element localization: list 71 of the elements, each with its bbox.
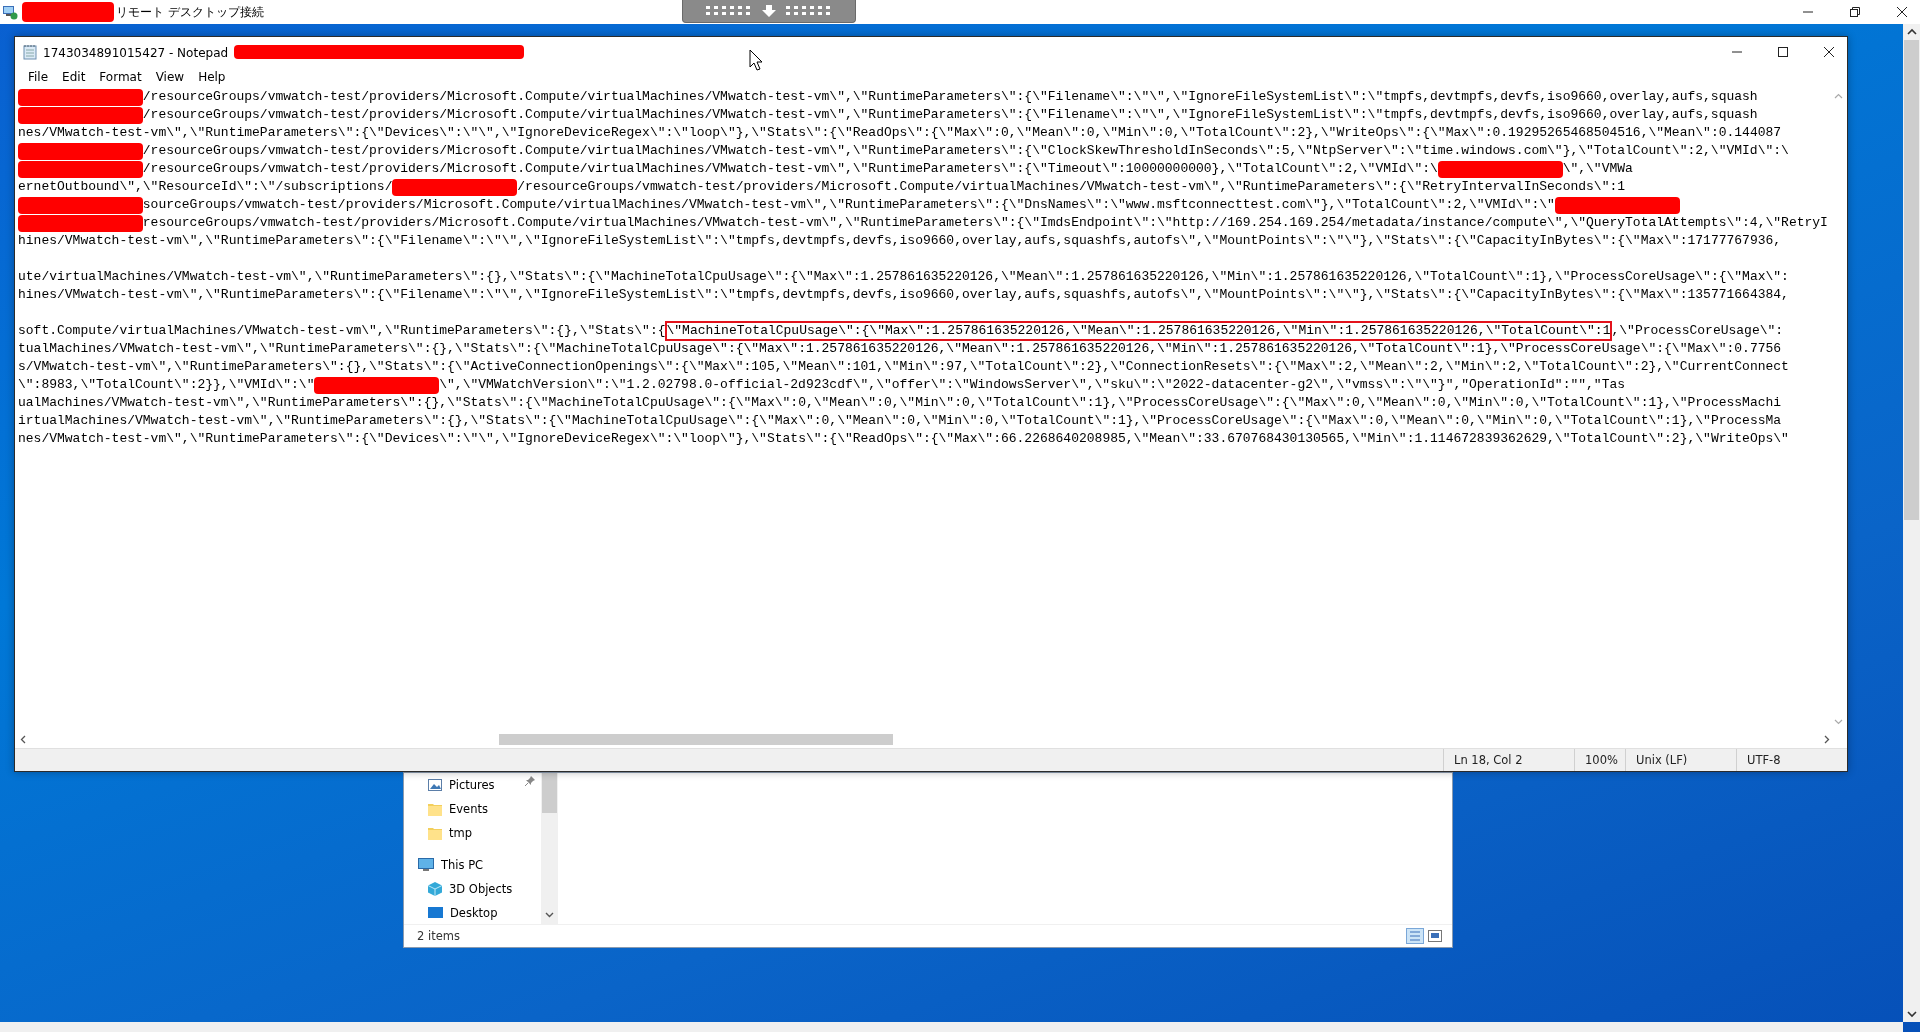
scroll-up-icon[interactable] <box>1906 28 1917 36</box>
computer-icon <box>418 858 434 872</box>
large-icons-view-icon[interactable] <box>1428 930 1442 942</box>
code-text: /resourceGroups/vmwatch-test/providers/Microsoft.Compute/virtualMachines/VMwatch-test-vm\",\"RuntimeParameters\":{\"Filename\":\"\",\"IgnoreFileSystemList\":\"tmpfs,devtmpfs,devfs,iso9660,overlay,aufs,squash <box>142 106 1758 124</box>
desktop-icon <box>428 907 443 919</box>
code-text: nes/VMwatch-test-vm\",\"RuntimeParameters\":{\"Devices\":\"\",\"IgnoreDeviceRegex\":\"loop\"},\"Stats\":{\"ReadOps\":{\"Max\":66.2268640208985,\"Mean\":33.670768430130565,\"Min\":1.114672839362629,\"TotalCount\":2},\"WriteOps\" <box>18 430 1789 448</box>
nav-item[interactable]: Events <box>449 802 488 816</box>
mouse-cursor-icon <box>749 49 763 71</box>
menu-item[interactable]: Help <box>191 70 233 84</box>
code-text: /resourceGroups/vmwatch-test/providers/Microsoft.Compute/virtualMachines/VMwatch-test-vm\",\"RuntimeParameters\":{\"RetryIntervalInSeconds\":1 <box>517 178 1626 196</box>
nav-item[interactable]: tmp <box>449 826 472 840</box>
item-count: 2 items <box>417 929 460 943</box>
code-text: irtualMachines/VMwatch-test-vm\",\"RuntimeParameters\":{},\"Stats\":{\"MachineTotalCpuUsage\":{\"Max\":0,\"Mean\":0,\"Min\":0,\"TotalCount\":1},\"ProcessCoreUsage\":{\"Max\":0,\"Mean\":0,\"Min\":0,\"TotalCount\":1},\"ProcessMa <box>18 412 1782 430</box>
maximize-icon[interactable] <box>1777 46 1789 58</box>
restore-icon[interactable] <box>1849 6 1861 18</box>
scroll-down-icon[interactable] <box>545 912 554 918</box>
grip-dots-icon <box>786 5 832 17</box>
code-text: sourceGroups/vmwatch-test/providers/Microsoft.Compute/virtualMachines/VMwatch-test-vm\",\"RuntimeParameters\":{\"DnsNames\":\"www.msftconnecttest.com\"},\"TotalCount\":2,\"VMId\":\" <box>142 196 1555 214</box>
horizontal-scrollbar[interactable] <box>0 1022 1903 1032</box>
vertical-scrollbar[interactable] <box>1903 24 1920 1022</box>
close-icon[interactable] <box>1823 46 1835 58</box>
horizontal-scrollbar[interactable] <box>15 731 1847 748</box>
code-text: ernetOutbound\",\"ResourceId\":\"/subscriptions/ <box>18 178 393 196</box>
status-bar-field: 100% <box>1574 749 1625 771</box>
scroll-right-icon[interactable] <box>1824 735 1830 744</box>
grip-dots-icon <box>706 5 752 17</box>
notepad-icon <box>23 44 37 60</box>
code-text: ute/virtualMachines/VMwatch-test-vm\",\"RuntimeParameters\":{},\"Stats\":{\"MachineTotalCpuUsage\":{\"Max\":1.257861635220126,\"Mean\":1.257861635220126,\"Min\":1.257861635220126,\"TotalCount\":1},\"ProcessCoreUsage\":{\"Max\": <box>18 268 1789 286</box>
nav-item[interactable]: 3D Objects <box>449 882 513 896</box>
status-bar-field: UTF-8 <box>1736 749 1847 771</box>
window-title: リモート デスクトップ接続 <box>116 3 264 21</box>
status-bar-field: Unix (LF) <box>1625 749 1736 771</box>
code-text: /resourceGroups/vmwatch-test/providers/Microsoft.Compute/virtualMachines/VMwatch-test-vm\",\"RuntimeParameters\":{\"Filename\":\"\",\"IgnoreFileSystemList\":\"tmpfs,devtmpfs,devfs,iso9660,overlay,aufs,squash <box>142 88 1758 106</box>
code-text: \",\"VMWatchVersion\":\"1.2.02798.0-official-2d923cdf\",\"offer\":\"WindowsServer\",\"sku\":\"2022-datacenter-g2\",\"vmss\":\"\"}","OperationId":"","Tas <box>439 376 1626 394</box>
status-bar-field: Ln 18, Col 2 <box>1443 749 1574 771</box>
window-title: 1743034891015427 - Notepad <box>43 46 229 60</box>
cube-icon <box>428 882 442 896</box>
code-text: /resourceGroups/vmwatch-test/providers/Microsoft.Compute/virtualMachines/VMwatch-test-vm\",\"RuntimeParameters\":{\"Timeout\":10000000000},\"TotalCount\":2,\"VMId\":\ <box>142 160 1438 178</box>
menu-item[interactable]: Edit <box>55 70 93 84</box>
code-text: \":8983,\"TotalCount\":2}},\"VMId\":\" <box>18 376 315 394</box>
scrollbar-thumb[interactable] <box>542 773 557 813</box>
code-text: ,\"ProcessCoreUsage\": <box>1611 322 1784 340</box>
folder-icon <box>428 802 442 816</box>
code-text: ualMachines/VMwatch-test-vm\",\"RuntimeParameters\":{},\"Stats\":{\"MachineTotalCpuUsage\":{\"Max\":0,\"Mean\":0,\"Min\":0,\"TotalCount\":1},\"ProcessCoreUsage\":{\"Max\":0,\"Mean\":0,\"Min\":0,\"TotalCount\":1},\"ProcessMachi <box>18 394 1782 412</box>
scrollbar[interactable] <box>541 773 558 924</box>
code-text: \",\"VMWa <box>1562 160 1633 178</box>
code-text: s/VMwatch-test-vm\",\"RuntimeParameters\":{},\"Stats\":{\"ActiveConnectionOpenings\":{\"Max\":105,\"Mean\":101,\"Min\":97,\"TotalCount\":2},\"ConnectionResets\":{\"Max\":2,\"Mean\":2,\"Min\":2,\"TotalCount\":2},\"CurrentConnect <box>18 358 1789 376</box>
folder-icon <box>428 826 442 840</box>
code-text: hines/VMwatch-test-vm\",\"RuntimeParameters\":{\"Filename\":\"\",\"IgnoreFileSystemList\":\"tmpfs,devtmpfs,devfs,iso9660,overlay,aufs,squashfs,autofs\",\"MountPoints\":\"\"},\"Stats\":{\"CapacityInBytes\":{\"Max\":135771664384, <box>18 286 1789 304</box>
nav-item[interactable]: This PC <box>441 858 484 872</box>
remote-desktop-icon <box>2 4 18 20</box>
code-text: /resourceGroups/vmwatch-test/providers/Microsoft.Compute/virtualMachines/VMwatch-test-vm\",\"RuntimeParameters\":{\"ClockSkewThresholdInSeconds\":5,\"NtpServer\":\"time.windows.com\"},\"TotalCount\":2,\"VMId\":\ <box>142 142 1789 160</box>
code-text: resourceGroups/vmwatch-test/providers/Microsoft.Compute/virtualMachines/VMwatch-test-vm\",\"RuntimeParameters\":{\"ImdsEndpoint\":\"http://169.254.169.254/metadata/instance/compute\",\"QueryTotalAttempts\":4,\"RetryI <box>142 214 1828 232</box>
pictures-icon <box>428 779 442 791</box>
highlighted-text: \"MachineTotalCpuUsage\":{\"Max\":1.257861635220126,\"Mean\":1.257861635220126,\"Min\":1.257861635220126,\"TotalCount\":1 <box>665 322 1612 340</box>
pin-arrow-icon[interactable] <box>762 4 776 18</box>
nav-item[interactable]: Pictures <box>449 778 495 792</box>
pin-icon <box>525 776 535 786</box>
scroll-down-icon[interactable] <box>1906 1010 1917 1018</box>
code-text: nes/VMwatch-test-vm\",\"RuntimeParameters\":{\"Devices\":\"\",\"IgnoreDeviceRegex\":\"loop\"},\"Stats\":{\"ReadOps\":{\"Max\":0,\"Mean\":0,\"Min\":0,\"TotalCount\":2},\"WriteOps\":{\"Max\":0.19295265468504516,\"Mean\":0.144087 <box>18 124 1782 142</box>
close-icon[interactable] <box>1896 6 1908 18</box>
menu-item[interactable]: Format <box>92 70 149 84</box>
menu-item[interactable]: File <box>21 70 56 84</box>
menu-item[interactable]: View <box>148 70 192 84</box>
scrollbar-thumb[interactable] <box>1904 40 1919 520</box>
nav-item[interactable]: Desktop <box>450 906 498 920</box>
scroll-left-icon[interactable] <box>20 735 26 744</box>
code-text: tualMachines/VMwatch-test-vm\",\"RuntimeParameters\":{},\"Stats\":{\"MachineTotalCpuUsage\":{\"Max\":1.257861635220126,\"Mean\":1.257861635220126,\"Min\":1.257861635220126,\"TotalCount\":1},\"ProcessCoreUsage\":{\"Max\":0.7756 <box>18 340 1782 358</box>
code-text: hines/VMwatch-test-vm\",\"RuntimeParameters\":{\"Filename\":\"\",\"IgnoreFileSystemList\":\"tmpfs,devtmpfs,devfs,iso9660,overlay,aufs,squashfs,autofs\",\"MountPoints\":\"\"},\"Stats\":{\"CapacityInBytes\":{\"Max\":17177767936, <box>18 232 1782 250</box>
scrollbar-thumb[interactable] <box>499 734 893 745</box>
code-text: soft.Compute/virtualMachines/VMwatch-test-vm\",\"RuntimeParameters\":{},\"Stats\":{ <box>18 322 666 340</box>
